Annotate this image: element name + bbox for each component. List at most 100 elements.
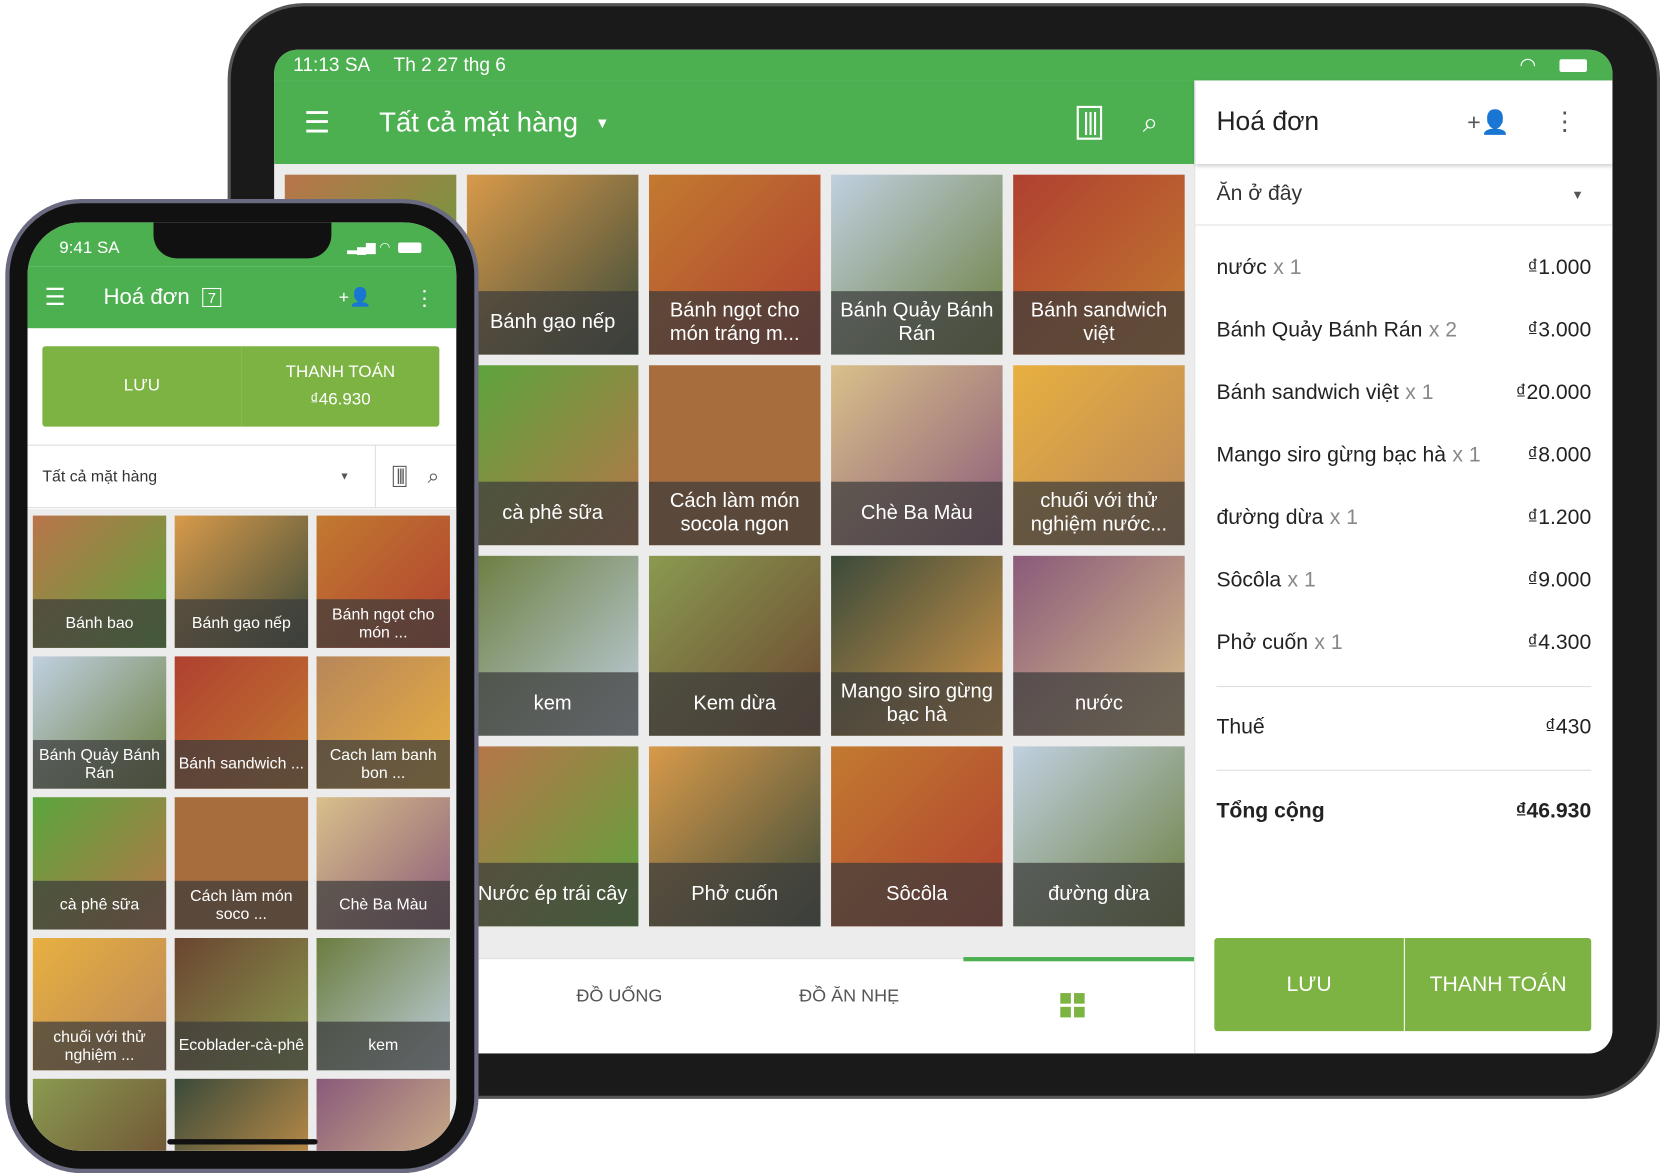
- chevron-down-icon[interactable]: ▼: [595, 114, 610, 131]
- invoice-line-item[interactable]: nước x 1 ₫1.000: [1216, 256, 1591, 280]
- save-button[interactable]: LƯU: [1214, 938, 1404, 1032]
- menu-icon[interactable]: ☰: [44, 284, 65, 312]
- active-tab-indicator: [963, 957, 1195, 962]
- product-tile-label: cà phê sữa: [32, 880, 167, 930]
- product-tile[interactable]: Bánh Quảy Bánh Rán: [831, 174, 1003, 355]
- product-tile[interactable]: Nước ép trái cây: [466, 746, 639, 927]
- product-tile-label: Bánh gạo nếp: [174, 599, 309, 648]
- product-tile-label: chuối với thử nghiệm ...: [32, 1021, 167, 1071]
- invoice-line-item[interactable]: Mango siro gừng bạc hà x 1 ₫8.000: [1216, 444, 1591, 468]
- product-tile[interactable]: chuối với thử nghiệm ...: [32, 938, 167, 1071]
- wifi-icon: ◠: [1519, 53, 1537, 76]
- category-title[interactable]: Tất cả mặt hàng: [379, 106, 578, 139]
- product-tile-label: Mango siro gừng bạc hà: [831, 672, 1003, 736]
- save-button[interactable]: LƯU: [42, 346, 242, 427]
- product-tile[interactable]: đường dừa: [1013, 746, 1185, 927]
- item-price: ₫4.300: [1527, 630, 1592, 655]
- invoice-line-item[interactable]: Bánh Quảy Bánh Rán x 2 ₫3.000: [1216, 319, 1591, 343]
- tab-do-an-nhe[interactable]: ĐỒ ĂN NHẸ: [799, 986, 899, 1007]
- product-tile[interactable]: kem: [316, 938, 450, 1071]
- more-icon[interactable]: ⋮: [1552, 107, 1577, 138]
- product-tile-label: Nước ép trái cây: [466, 862, 639, 927]
- product-tile[interactable]: Sôcôla: [831, 746, 1003, 927]
- product-tile[interactable]: [32, 1078, 167, 1151]
- grid-icon[interactable]: [1060, 993, 1085, 1018]
- product-tile[interactable]: Kem dừa: [648, 555, 821, 736]
- product-tile-label: Bánh sandwich việt: [1013, 291, 1185, 355]
- product-tile[interactable]: Chè Ba Màu: [316, 797, 450, 930]
- product-tile[interactable]: Mango siro gừng bạc hà: [831, 555, 1003, 736]
- item-qty: x 1: [1287, 568, 1316, 592]
- item-name: Bánh sandwich việt: [1216, 381, 1399, 405]
- item-price: ₫3.000: [1527, 318, 1592, 342]
- menu-icon[interactable]: ☰: [304, 105, 331, 140]
- invoice-line-item[interactable]: đường dừa x 1 ₫1.200: [1216, 506, 1591, 530]
- product-tile-label: Chè Ba Màu: [831, 481, 1003, 546]
- product-tile[interactable]: Cách làm món soco ...: [174, 797, 309, 930]
- item-qty: x 1: [1273, 256, 1302, 280]
- invoice-title: Hoá đơn: [103, 284, 190, 310]
- item-price: ₫1.200: [1527, 506, 1592, 530]
- item-name: Mango siro gừng bạc hà: [1216, 443, 1447, 467]
- pay-button[interactable]: THANH TOÁN: [1404, 938, 1592, 1032]
- product-tile-label: cà phê sữa: [466, 481, 639, 546]
- product-tile-label: Ecoblader-cà-phê: [174, 1021, 309, 1071]
- product-tile-label: Cách làm món socola ngon: [648, 481, 821, 546]
- product-tile[interactable]: nước: [1013, 555, 1185, 736]
- pay-amount: ₫46.930: [310, 390, 371, 409]
- category-select[interactable]: Tất cả mặt hàng: [42, 467, 157, 485]
- add-customer-icon[interactable]: +👤: [1467, 109, 1510, 137]
- barcode-icon[interactable]: |||: [1076, 105, 1103, 140]
- product-tile[interactable]: Bánh sandwich việt: [1013, 174, 1185, 355]
- chevron-down-icon[interactable]: ▼: [339, 471, 349, 483]
- item-name: Bánh Quảy Bánh Rán: [1216, 318, 1423, 342]
- product-tile-label: Bánh ngọt cho món tráng m...: [648, 291, 821, 355]
- product-tile[interactable]: Chè Ba Màu: [831, 365, 1003, 546]
- order-type-select[interactable]: Ăn ở đây ▼: [1195, 164, 1613, 226]
- product-tile[interactable]: Bánh sandwich ...: [174, 656, 309, 789]
- invoice-line-item[interactable]: Sôcôla x 1 ₫9.000: [1216, 569, 1591, 593]
- total-label: Tổng cộng: [1216, 799, 1325, 823]
- product-tile-label: Sôcôla: [831, 862, 1003, 927]
- status-time: 9:41 SA: [59, 239, 120, 258]
- product-tile[interactable]: Bánh ngọt cho món ...: [316, 515, 450, 648]
- more-icon[interactable]: ⋮: [414, 284, 435, 310]
- product-tile[interactable]: Bánh ngọt cho món tráng m...: [648, 174, 821, 355]
- search-icon[interactable]: ⌕: [427, 464, 439, 488]
- product-tile[interactable]: [316, 1078, 450, 1151]
- item-price: ₫8.000: [1527, 443, 1592, 467]
- product-tile[interactable]: Bánh Quảy Bánh Rán: [32, 656, 167, 789]
- pay-button[interactable]: THANH TOÁN ₫46.930: [241, 346, 440, 427]
- invoice-line-item[interactable]: Phở cuốn x 1 ₫4.300: [1216, 631, 1591, 655]
- item-qty: x 1: [1452, 443, 1481, 467]
- product-tile[interactable]: Cach lam banh bon ...: [316, 656, 450, 789]
- product-tile[interactable]: kem: [466, 555, 639, 736]
- product-tile[interactable]: Bánh gạo nếp: [174, 515, 309, 648]
- product-tile[interactable]: Cách làm món socola ngon: [648, 365, 821, 546]
- pay-label: THANH TOÁN: [285, 363, 396, 382]
- status-time: 11:13 SA: [293, 53, 371, 76]
- divider: [1216, 686, 1592, 688]
- product-tile-label: Bánh gạo nếp: [466, 291, 639, 355]
- item-price: ₫1.000: [1527, 256, 1592, 280]
- tab-do-uong[interactable]: ĐỒ UỐNG: [576, 986, 662, 1007]
- product-tile[interactable]: cà phê sữa: [32, 797, 167, 930]
- invoice-line-item[interactable]: Bánh sandwich việt x 1 ₫20.000: [1216, 381, 1591, 405]
- barcode-icon[interactable]: |||: [393, 465, 407, 488]
- product-tile-label: đường dừa: [1013, 862, 1185, 927]
- product-tile-label: Cach lam banh bon ...: [316, 740, 450, 789]
- phone-app-bar: ☰ Hoá đơn 7 +👤 ⋮: [27, 266, 457, 329]
- add-customer-icon[interactable]: +👤: [339, 287, 372, 308]
- tax-label: Thuế: [1216, 715, 1265, 739]
- product-tile-label: chuối với thử nghiệm nước...: [1013, 481, 1185, 546]
- chevron-down-icon: ▼: [1571, 186, 1584, 202]
- product-tile[interactable]: Phở cuốn: [648, 746, 821, 927]
- product-tile[interactable]: cà phê sữa: [466, 365, 639, 546]
- invoice-count-badge[interactable]: 7: [202, 287, 222, 308]
- product-tile[interactable]: chuối với thử nghiệm nước...: [1013, 365, 1185, 546]
- search-icon[interactable]: ⌕: [1143, 105, 1158, 139]
- product-tile[interactable]: Bánh bao: [32, 515, 167, 648]
- product-tile-label: nước: [1013, 672, 1185, 736]
- product-tile[interactable]: Bánh gạo nếp: [466, 174, 639, 355]
- product-tile[interactable]: Ecoblader-cà-phê: [174, 938, 309, 1071]
